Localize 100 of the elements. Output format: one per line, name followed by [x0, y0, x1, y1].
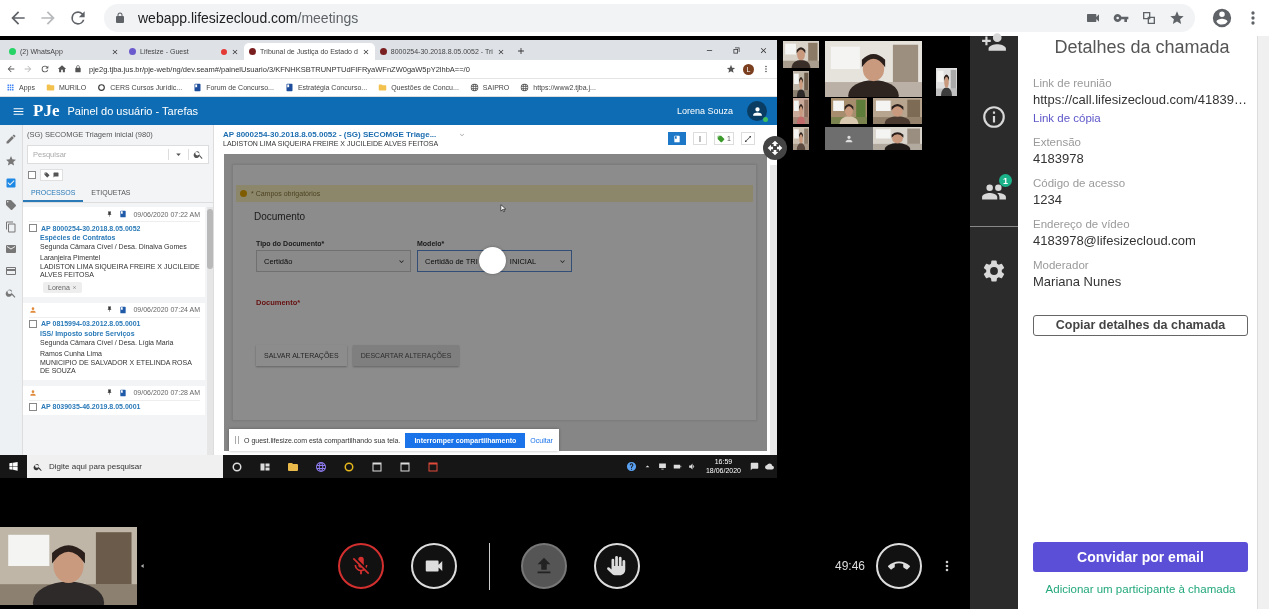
account-icon[interactable] — [1211, 7, 1233, 29]
book-icon[interactable] — [119, 388, 128, 397]
case-title-link[interactable]: AP 8000254-30.2018.8.05.0052 - (SG) SECOMGE Triage... — [223, 130, 437, 139]
detail-value: Mariana Nunes — [1033, 273, 1123, 291]
person-icon — [750, 104, 764, 118]
info-icon — [981, 104, 1007, 130]
home-icon[interactable] — [57, 64, 67, 74]
address-bar[interactable]: webapp.lifesizecloud.com/meetings — [104, 4, 1195, 32]
lock-icon — [114, 12, 126, 24]
collapse-icon[interactable] — [139, 562, 146, 570]
close-icon[interactable] — [759, 46, 768, 55]
pin-icon[interactable] — [106, 389, 114, 397]
filter-button[interactable] — [40, 169, 63, 181]
reload-icon[interactable] — [40, 64, 50, 74]
recording-dot-icon — [221, 48, 227, 55]
scrollbar[interactable] — [770, 165, 777, 455]
checkbox[interactable] — [29, 224, 37, 232]
tag-icon — [717, 134, 726, 143]
taskbar-search-field[interactable]: Digite aqui para pesquisar — [27, 455, 223, 478]
globe-icon — [520, 83, 530, 92]
checkbox-icon[interactable] — [5, 177, 17, 189]
microphone-off-icon — [350, 555, 372, 577]
checkbox[interactable] — [29, 402, 37, 411]
close-icon[interactable] — [231, 47, 239, 56]
cursor-icon — [499, 203, 508, 214]
panel-title: Detalhes da chamada — [1053, 37, 1231, 58]
invite-email-button[interactable]: Convidar por email — [1033, 542, 1248, 572]
apps-icon — [6, 83, 15, 92]
user-name: Lorena Souza — [676, 106, 733, 116]
checkbox[interactable] — [29, 319, 37, 328]
person-icon — [29, 388, 37, 397]
folder-icon — [378, 83, 388, 92]
folder-icon — [45, 83, 55, 92]
reload-icon[interactable] — [68, 8, 88, 28]
site-icon — [249, 48, 256, 55]
detail-label: Link de reunião — [1033, 76, 1113, 91]
url-text: webapp.lifesizecloud.com/meetings — [138, 10, 359, 26]
page-icon — [193, 83, 203, 92]
close-icon[interactable] — [496, 47, 505, 56]
copy-link[interactable]: Link de cópia — [1033, 109, 1257, 127]
page-icon — [284, 83, 294, 92]
detail-label: Código de acesso — [1033, 176, 1127, 191]
pin-icon[interactable] — [106, 210, 114, 218]
star-icon[interactable] — [726, 64, 736, 74]
restore-icon[interactable] — [732, 46, 741, 55]
microphone-button[interactable] — [338, 543, 384, 589]
close-icon[interactable] — [111, 47, 119, 56]
book-button[interactable] — [668, 132, 687, 145]
user-avatar[interactable] — [747, 101, 767, 121]
detail-value: 1234 — [1033, 191, 1063, 209]
pencil-icon[interactable] — [5, 133, 17, 145]
detail-label: Endereço de vídeo — [1033, 217, 1131, 232]
book-icon[interactable] — [119, 210, 128, 218]
pin-icon[interactable] — [106, 306, 114, 314]
section-title: Documento — [254, 211, 307, 222]
detail-label: Extensão — [1033, 135, 1082, 150]
translate-icon[interactable] — [1141, 10, 1157, 26]
logo: PJe — [33, 101, 60, 121]
star-icon[interactable] — [1169, 10, 1185, 26]
scrollbar[interactable] — [207, 207, 213, 455]
raise-hand-button[interactable] — [594, 543, 640, 589]
page-title: Painel do usuário - Tarefas — [67, 105, 199, 117]
globe-icon — [469, 83, 479, 92]
camera-button[interactable] — [411, 543, 457, 589]
expand-button[interactable] — [741, 132, 755, 145]
cloud-icon[interactable] — [762, 462, 777, 471]
detail-value: https://call.lifesizecloud.com/41839… — [1033, 91, 1248, 109]
star-icon[interactable] — [5, 155, 17, 167]
book-icon[interactable] — [119, 305, 128, 314]
search-icon[interactable] — [5, 287, 17, 299]
note-icon — [53, 172, 59, 178]
close-icon[interactable] — [361, 47, 370, 56]
share-screen-button[interactable] — [521, 543, 567, 589]
person-icon — [844, 133, 854, 144]
move-icon — [767, 140, 783, 156]
copy-icon[interactable] — [5, 221, 17, 233]
detail-label: Moderador — [1033, 258, 1090, 273]
expand-icon — [744, 134, 752, 143]
grip-icon — [235, 436, 239, 444]
count-badge: 1 — [999, 174, 1012, 187]
detail-value: 4183978@lifesizecloud.com — [1033, 232, 1197, 250]
checkbox[interactable] — [28, 171, 36, 179]
scrollbar[interactable] — [1257, 36, 1269, 609]
hand-icon — [606, 555, 628, 577]
card-icon[interactable] — [5, 265, 17, 277]
site-icon — [9, 48, 16, 55]
envelope-icon[interactable] — [5, 243, 17, 255]
tag-icon[interactable] — [5, 199, 17, 211]
move-handle[interactable] — [763, 136, 787, 160]
person-icon — [29, 305, 37, 314]
lock-icon — [74, 65, 82, 73]
warning-icon — [240, 190, 247, 197]
site-icon — [129, 48, 136, 55]
copy-details-button[interactable]: Copiar detalhes da chamada — [1033, 315, 1248, 336]
tag-icon — [44, 172, 50, 178]
site-icon — [97, 83, 107, 92]
book-icon — [673, 134, 682, 143]
settings-icon — [981, 258, 1007, 284]
hang-up-button[interactable] — [876, 543, 923, 589]
call-timer: 49:46 — [835, 559, 866, 573]
